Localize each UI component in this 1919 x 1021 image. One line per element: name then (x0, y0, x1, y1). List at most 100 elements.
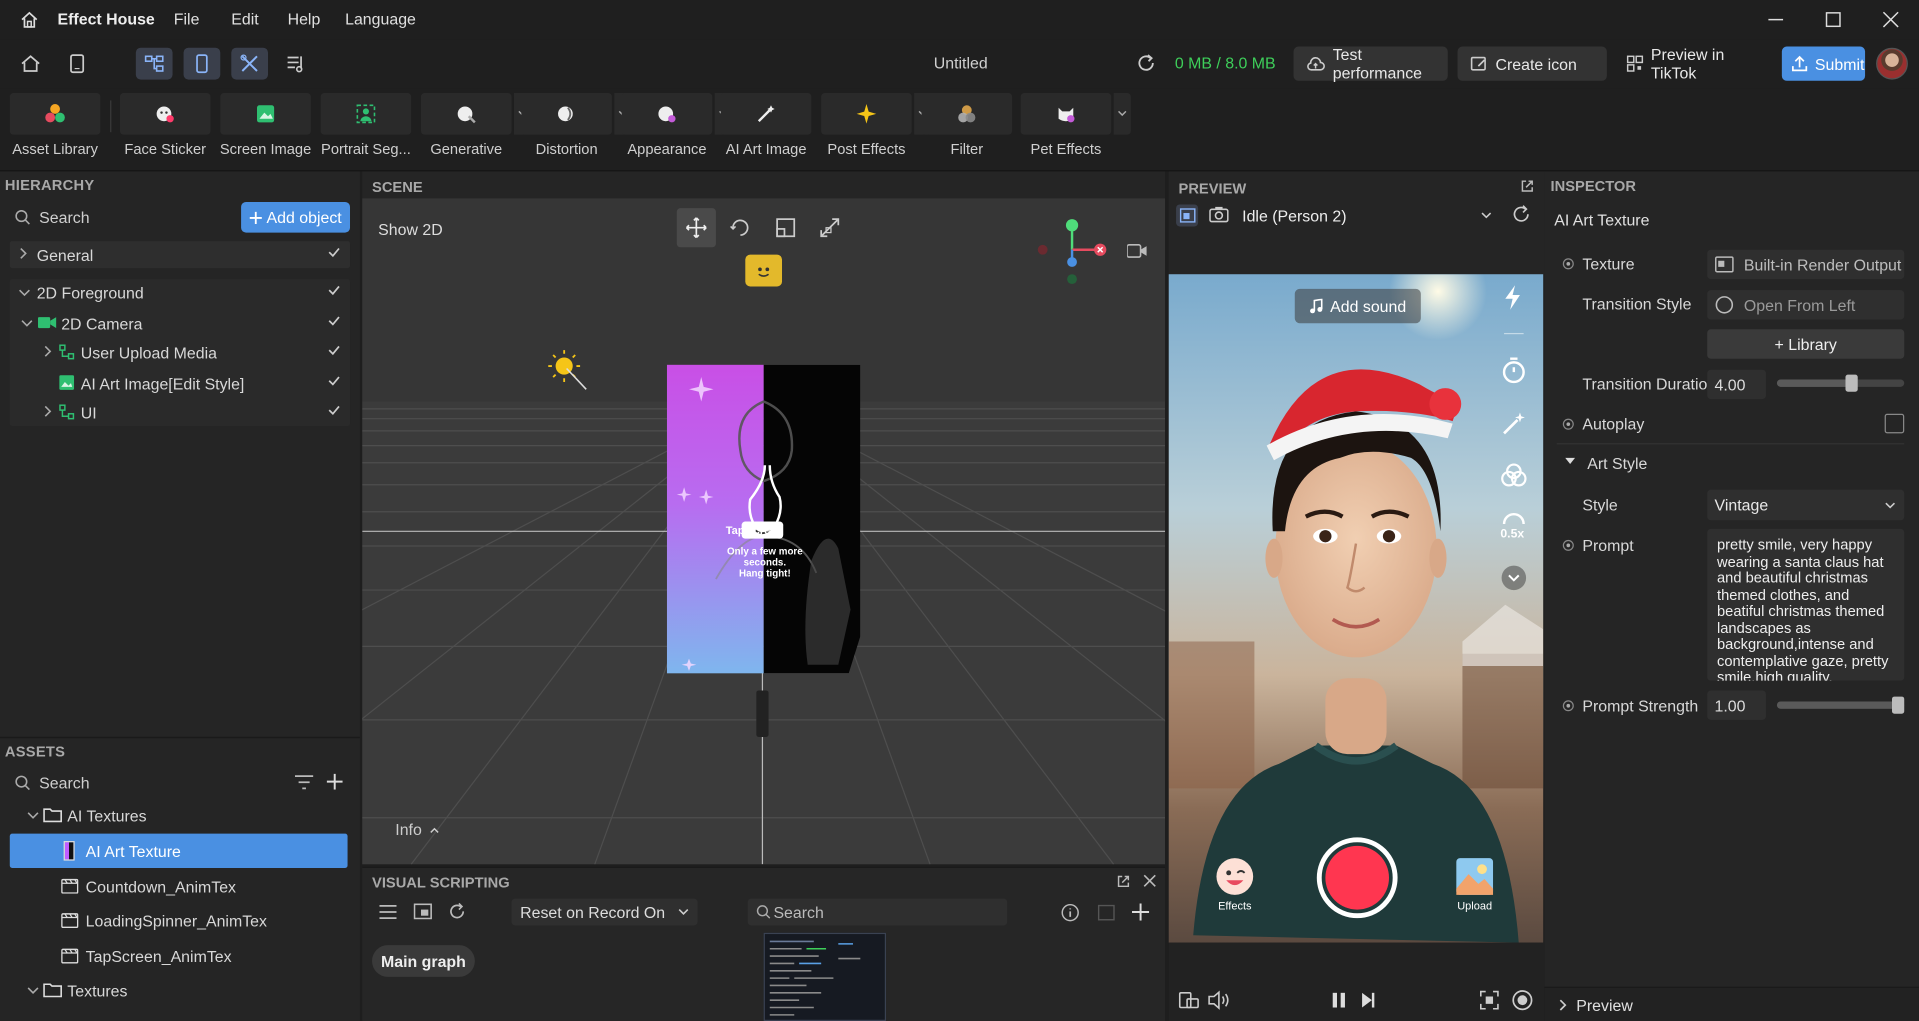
add-asset-icon[interactable] (326, 773, 343, 790)
popout-icon[interactable] (1116, 874, 1131, 889)
volume-icon[interactable] (1208, 990, 1230, 1010)
speed-control[interactable]: 0.5x (1498, 510, 1530, 542)
axis-gizmo[interactable] (1029, 213, 1115, 286)
add-sound-button[interactable]: Add sound (1294, 288, 1421, 324)
hierarchy-search-input[interactable]: Search (39, 208, 89, 226)
record-circle-icon[interactable] (1511, 989, 1533, 1011)
info-icon[interactable] (1061, 903, 1079, 922)
autoplay-checkbox[interactable] (1884, 413, 1905, 434)
screen-image-button[interactable]: Screen Image (220, 93, 311, 164)
asset-folder-ai-textures[interactable]: AI Textures (10, 802, 350, 829)
hierarchy-layout-button[interactable] (135, 47, 173, 80)
show-2d-toggle[interactable]: Show 2D (378, 220, 443, 238)
refresh-icon[interactable] (1136, 53, 1157, 74)
asset-item-loading-spinner[interactable]: LoadingSpinner_AnimTex (10, 907, 350, 934)
hierarchy-item-ui[interactable]: UI (10, 399, 350, 426)
transition-style-field[interactable]: Open From Left (1707, 290, 1905, 320)
slider-thumb[interactable] (1891, 696, 1905, 714)
ai-art-image-button[interactable]: AI Art Image (720, 93, 812, 164)
prompt-strength-input[interactable]: 1.00 (1707, 690, 1766, 720)
light-gizmo-icon[interactable] (545, 349, 592, 393)
pause-icon[interactable] (1331, 992, 1346, 1009)
graph-minimap[interactable] (763, 932, 887, 1021)
maximize-icon[interactable] (1825, 11, 1842, 28)
transition-duration-slider[interactable] (1776, 374, 1905, 392)
device-button[interactable] (59, 48, 96, 80)
checkmark-icon[interactable] (328, 375, 340, 387)
preview-mode-button[interactable] (1176, 204, 1199, 227)
prompt-radio[interactable] (1562, 539, 1574, 551)
minimize-icon[interactable] (1767, 11, 1784, 28)
screenshot-camera-icon[interactable] (1209, 206, 1229, 223)
pet-effects-button[interactable]: Pet Effects (1020, 93, 1131, 164)
checkmark-icon[interactable] (328, 404, 340, 416)
checkmark-icon[interactable] (328, 246, 340, 258)
slider-thumb[interactable] (1845, 374, 1859, 392)
home-icon[interactable] (20, 10, 40, 30)
checkmark-icon[interactable] (328, 344, 340, 356)
hierarchy-item-2d-camera[interactable]: 2D Camera (10, 310, 350, 337)
hierarchy-item-2d-foreground[interactable]: 2D Foreground (10, 279, 350, 306)
submit-button[interactable]: Submit (1781, 46, 1866, 81)
prompt-strength-radio[interactable] (1562, 700, 1574, 712)
main-graph-tab[interactable]: Main graph (372, 945, 475, 977)
device-rotate-icon[interactable] (1178, 990, 1200, 1010)
preview-tiktok-button[interactable]: Preview in TikTok (1617, 45, 1774, 82)
upload-button[interactable]: Upload (1453, 857, 1497, 916)
step-forward-icon[interactable] (1361, 992, 1376, 1009)
capture-region-icon[interactable] (1480, 990, 1500, 1010)
refresh-icon[interactable] (1511, 204, 1531, 224)
prompt-strength-slider[interactable] (1776, 696, 1905, 714)
popout-icon[interactable] (1520, 179, 1535, 194)
script-search-input[interactable]: Search (747, 898, 1008, 926)
person-select[interactable]: Idle (Person 2) (1242, 202, 1492, 229)
camera-view-icon[interactable] (1127, 244, 1147, 259)
close-panel-icon[interactable] (1143, 874, 1156, 887)
add-object-button[interactable]: Add object (241, 201, 351, 233)
record-button[interactable] (1316, 837, 1398, 919)
generative-button[interactable]: Generative (420, 93, 532, 164)
prompt-textarea[interactable]: pretty smile, very happy wearing a santa… (1707, 528, 1905, 681)
menu-file[interactable]: File (174, 10, 200, 28)
panel-layout-icon[interactable] (413, 903, 432, 920)
preview-section-header[interactable]: Preview (1544, 986, 1919, 1021)
menu-icon[interactable] (379, 905, 397, 920)
asset-item-tap-screen[interactable]: TapScreen_AnimTex (10, 943, 350, 970)
close-icon[interactable] (1882, 11, 1899, 28)
phone-layout-button[interactable] (183, 47, 221, 80)
ai-art-canvas[interactable]: Tap screen Only a few more seconds. Hang… (666, 364, 861, 674)
scale-tool-button[interactable] (766, 208, 805, 247)
pet-effects-dropdown[interactable] (1113, 93, 1131, 135)
filters-icon[interactable] (1500, 463, 1527, 487)
asset-library-button[interactable]: Asset Library (9, 93, 101, 164)
create-icon-button[interactable]: Create icon (1457, 46, 1607, 81)
avatar[interactable] (1876, 47, 1908, 80)
effects-button[interactable]: Effects (1213, 857, 1257, 916)
post-effects-button[interactable]: Post Effects (821, 93, 932, 164)
asset-item-countdown[interactable]: Countdown_AnimTex (10, 873, 350, 900)
scene-viewport[interactable]: Show 2D Tap screen Only a few more secon… (362, 198, 1166, 865)
checkmark-icon[interactable] (328, 315, 340, 327)
chevron-down-icon[interactable] (1564, 457, 1576, 467)
appearance-button[interactable]: Appearance (621, 93, 732, 164)
more-options-button[interactable] (1501, 565, 1527, 591)
rect-tool-button[interactable] (810, 208, 849, 247)
flash-icon[interactable] (1502, 284, 1524, 311)
audio-button[interactable] (278, 48, 315, 80)
timer-icon[interactable] (1502, 357, 1526, 384)
refresh-icon[interactable] (448, 902, 466, 920)
menu-language[interactable]: Language (345, 10, 416, 28)
autoplay-radio[interactable] (1562, 418, 1574, 430)
menu-help[interactable]: Help (288, 10, 321, 28)
preview-camera-feed[interactable]: Add sound 0.5x Effects Upload (1168, 274, 1544, 943)
texture-field[interactable]: Built-in Render Output (1707, 249, 1905, 280)
checkmark-icon[interactable] (328, 284, 340, 296)
style-select[interactable]: Vintage (1707, 489, 1905, 521)
rotate-tool-button[interactable] (721, 208, 760, 247)
filter-button[interactable]: Filter (921, 93, 1013, 164)
asset-item-ai-art-texture[interactable]: AI Art Texture (9, 833, 348, 868)
face-sticker-gizmo[interactable] (745, 254, 783, 287)
menu-edit[interactable]: Edit (231, 10, 258, 28)
hierarchy-item-user-upload-media[interactable]: User Upload Media (10, 339, 350, 366)
beauty-wand-icon[interactable] (1502, 411, 1526, 435)
